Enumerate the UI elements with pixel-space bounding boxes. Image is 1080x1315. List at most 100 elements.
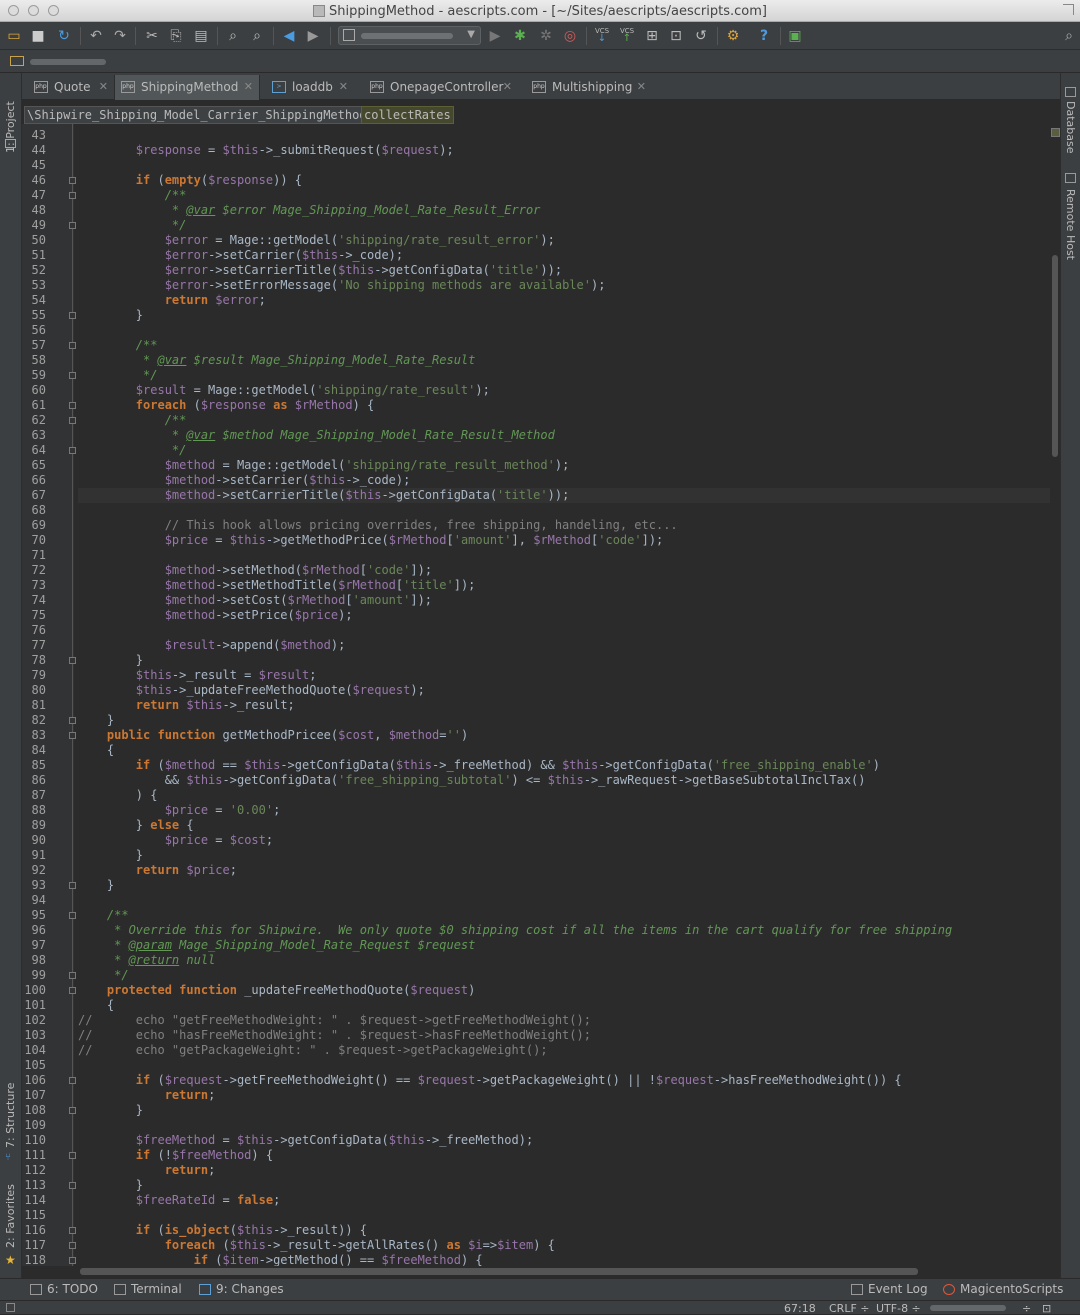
code-line[interactable]: foreach ($this->_result->getAllRates() a… <box>78 1238 555 1253</box>
tool-event-log[interactable]: Event Log <box>851 1282 928 1296</box>
code-line[interactable]: */ <box>78 368 157 383</box>
code-line[interactable]: /** <box>78 188 187 203</box>
code-line[interactable]: protected function _updateFreeMethodQuot… <box>78 983 475 998</box>
search-everywhere-icon[interactable]: ⌕ <box>1060 27 1078 45</box>
listen-debug-icon[interactable]: ◎ <box>561 27 579 45</box>
file-encoding[interactable]: UTF-8 ÷ <box>876 1302 921 1315</box>
code-line[interactable]: { <box>78 998 114 1013</box>
fold-marker-icon[interactable] <box>69 372 76 379</box>
code-line[interactable]: $method->setCost($rMethod['amount']); <box>78 593 432 608</box>
code-line[interactable]: // echo "hasFreeMethodWeight: " . $reque… <box>78 1028 591 1043</box>
tool-database[interactable]: Database <box>1064 101 1077 154</box>
fold-marker-icon[interactable] <box>69 1107 76 1114</box>
code-line[interactable]: $price = $this->getMethodPrice($rMethod[… <box>78 533 664 548</box>
tool-structure[interactable]: 7: Structure <box>4 1083 17 1148</box>
fold-marker-icon[interactable] <box>69 882 76 889</box>
code-line[interactable]: if (!$freeMethod) { <box>78 1148 273 1163</box>
code-line[interactable]: $method->setMethod($rMethod['code']); <box>78 563 432 578</box>
code-line[interactable]: return $error; <box>78 293 266 308</box>
tab-shippingmethod[interactable]: php ShippingMethod ✕ <box>114 75 260 100</box>
fold-marker-icon[interactable] <box>69 1152 76 1159</box>
close-tab-icon[interactable]: ✕ <box>99 75 108 99</box>
code-line[interactable]: * Override this for Shipwire. We only qu… <box>78 923 952 938</box>
close-tab-icon[interactable]: ✕ <box>637 75 646 99</box>
code-line[interactable]: return $price; <box>78 863 237 878</box>
sync-icon[interactable]: ↻ <box>55 27 73 45</box>
code-line[interactable]: { <box>78 743 114 758</box>
copy-icon[interactable]: ⎘ <box>167 27 185 45</box>
code-line[interactable]: } else { <box>78 818 194 833</box>
breadcrumb-class[interactable]: \Shipwire_Shipping_Model_Carrier_Shippin… <box>24 106 370 124</box>
code-line[interactable]: if ($item->getMethod() == $freeMethod) { <box>78 1253 483 1266</box>
code-line[interactable]: $method->setPrice($price); <box>78 608 353 623</box>
fold-marker-icon[interactable] <box>69 732 76 739</box>
tab-quote[interactable]: php Quote ✕ <box>28 75 114 100</box>
code-line[interactable]: } <box>78 1103 143 1118</box>
code-line[interactable]: // echo "getFreeMethodWeight: " . $reque… <box>78 1013 591 1028</box>
code-line[interactable]: public function getMethodPricee($cost, $… <box>78 728 468 743</box>
code-line[interactable]: $freeMethod = $this->getConfigData($this… <box>78 1133 533 1148</box>
line-separator[interactable]: CRLF ÷ <box>829 1302 870 1315</box>
code-line[interactable]: $this->_result = $result; <box>78 668 317 683</box>
code-line[interactable]: $method->setCarrier($this->_code); <box>78 473 411 488</box>
code-line[interactable]: // This hook allows pricing overrides, f… <box>78 518 678 533</box>
find-icon[interactable]: ⌕ <box>224 27 242 45</box>
code-line[interactable]: return; <box>78 1088 216 1103</box>
tab-loaddb[interactable]: > loaddb ✕ <box>266 75 354 100</box>
settings-icon[interactable]: ⚙ <box>724 27 742 45</box>
caret-position[interactable]: 67:18 <box>784 1302 816 1315</box>
code-line[interactable]: && $this->getConfigData('free_shipping_s… <box>78 773 866 788</box>
fold-marker-icon[interactable] <box>69 1077 76 1084</box>
code-line[interactable]: $error->setErrorMessage('No shipping met… <box>78 278 606 293</box>
save-icon[interactable]: ■ <box>30 27 46 45</box>
code-line[interactable]: // echo "getPackageWeight: " . $request-… <box>78 1043 548 1058</box>
toggle-tool-windows-icon[interactable] <box>6 1303 15 1312</box>
code-line[interactable]: /** <box>78 908 129 923</box>
vcs-update-button[interactable]: VCS ↓ <box>592 27 612 45</box>
code-line[interactable]: * @return null <box>78 953 215 968</box>
code-line[interactable]: } <box>78 848 143 863</box>
cut-icon[interactable]: ✂ <box>143 27 161 45</box>
debug-icon[interactable]: ✱ <box>511 27 529 45</box>
fold-marker-icon[interactable] <box>69 717 76 724</box>
tool-favorites[interactable]: 2: Favorites <box>4 1184 17 1248</box>
code-line[interactable]: * @param Mage_Shipping_Model_Rate_Reques… <box>78 938 475 953</box>
paste-icon[interactable]: ▤ <box>192 27 210 45</box>
revert-icon[interactable]: ↺ <box>692 27 710 45</box>
tool-remote-host[interactable]: Remote Host <box>1064 189 1077 260</box>
vertical-scrollbar-thumb[interactable] <box>1052 255 1058 457</box>
code-line[interactable]: $freeRateId = false; <box>78 1193 281 1208</box>
code-line[interactable]: */ <box>78 218 186 233</box>
close-tab-icon[interactable]: ✕ <box>503 75 512 99</box>
code-line[interactable]: $result = Mage::getModel('shipping/rate_… <box>78 383 490 398</box>
close-tab-icon[interactable]: ✕ <box>244 75 253 99</box>
project-path-redacted[interactable] <box>30 59 106 65</box>
run-configuration-select[interactable]: ▼ <box>338 26 481 45</box>
code-line[interactable]: ) { <box>78 788 158 803</box>
code-line[interactable]: if (is_object($this->_result)) { <box>78 1223 367 1238</box>
fold-marker-icon[interactable] <box>69 657 76 664</box>
fold-marker-icon[interactable] <box>69 1242 76 1249</box>
code-line[interactable]: } <box>78 308 143 323</box>
code-line[interactable]: if ($method == $this->getConfigData($thi… <box>78 758 880 773</box>
project-folder-icon[interactable] <box>10 56 24 66</box>
editor-gutter[interactable]: 43 44 45 46 47 48 49 50 51 52 53 54 55 56 57 58 59 60 61 62… <box>22 124 76 1267</box>
history-icon[interactable]: ⊡ <box>667 27 685 45</box>
code-line[interactable]: if ($request->getFreeMethodWeight() == $… <box>78 1073 902 1088</box>
replace-icon[interactable]: ⌕ <box>248 27 266 45</box>
code-line[interactable]: * @var $method Mage_Shipping_Model_Rate_… <box>78 428 555 443</box>
fold-marker-icon[interactable] <box>69 1257 76 1264</box>
tab-onepagecontroller[interactable]: php OnepageController ✕ <box>364 75 518 100</box>
code-line[interactable]: $error = Mage::getModel('shipping/rate_r… <box>78 233 555 248</box>
lock-icon[interactable]: ⊡ <box>1042 1302 1051 1315</box>
code-line[interactable]: $result->append($method); <box>78 638 346 653</box>
help-icon[interactable]: ? <box>755 27 773 45</box>
fold-marker-icon[interactable] <box>69 342 76 349</box>
tool-magicento-scripts[interactable]: MagicentoScripts <box>943 1282 1063 1296</box>
back-icon[interactable]: ◀ <box>280 27 298 45</box>
code-line[interactable]: */ <box>78 443 186 458</box>
forward-icon[interactable]: ▶ <box>304 27 322 45</box>
code-line[interactable]: } <box>78 1178 143 1193</box>
fold-marker-icon[interactable] <box>69 912 76 919</box>
compare-icon[interactable]: ⊞ <box>643 27 661 45</box>
